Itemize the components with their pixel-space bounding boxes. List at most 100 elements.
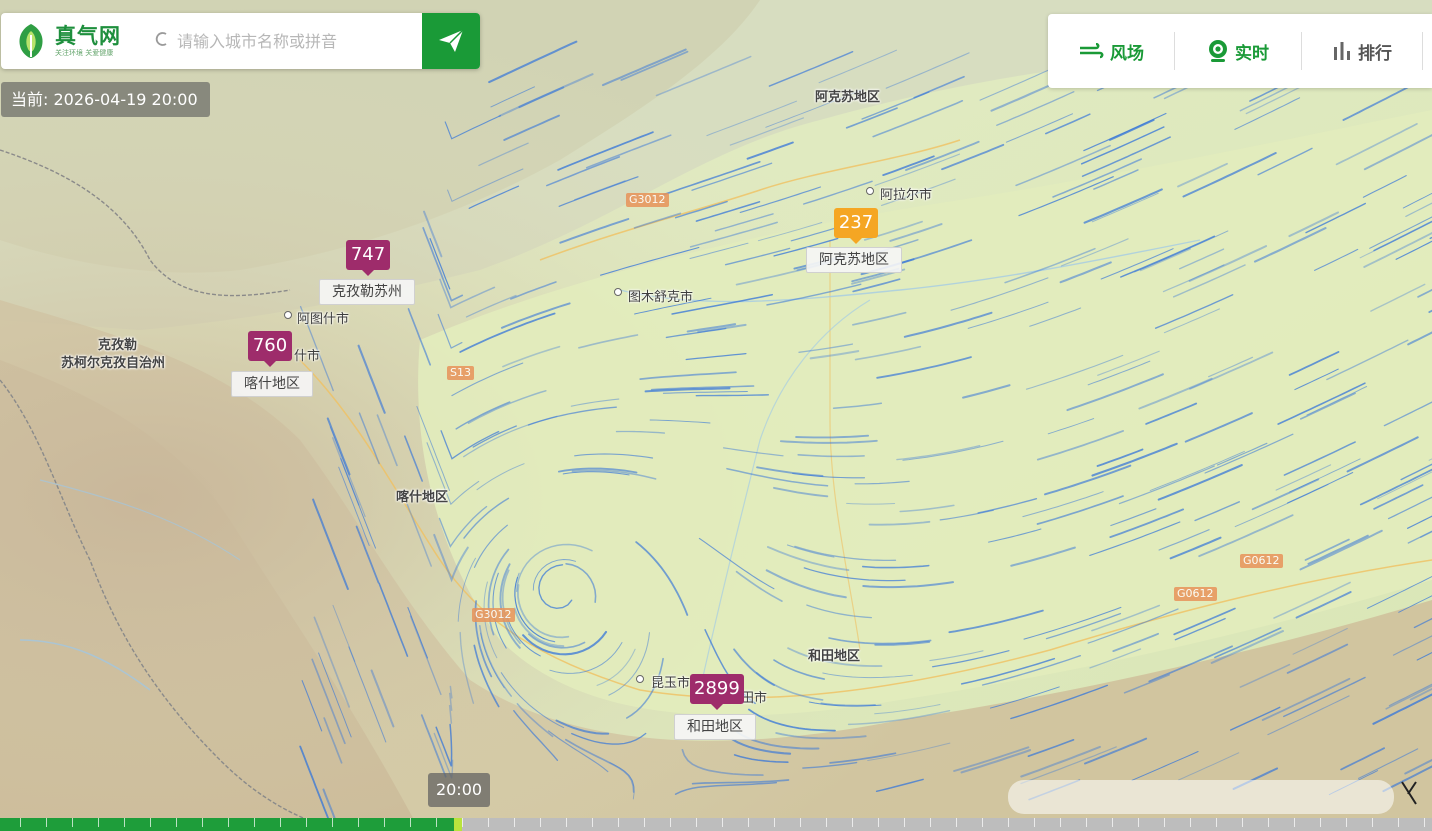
wind-streamline [1091,192,1159,223]
wind-streamline [1004,247,1096,284]
wind-streamline [1294,368,1339,391]
ranking-button[interactable]: 排行 [1302,31,1422,71]
wind-streamline [1097,350,1160,376]
location-icon[interactable] [151,31,173,52]
wind-streamline [872,99,964,138]
wind-streamline [1402,192,1432,209]
wind-streamline [420,714,447,778]
aqi-marker-label[interactable]: 阿克苏地区 [806,247,902,273]
wind-streamline [1174,617,1226,641]
timeline-tick [98,818,99,827]
wind-streamline [868,520,931,526]
wind-streamline [299,745,332,826]
search-input[interactable] [173,21,413,61]
wind-streamline [724,247,791,266]
wind-streamline [318,652,352,738]
wind-streamline [798,343,854,353]
wind-streamline [1158,529,1210,551]
wind-streamline [409,615,442,696]
wind-streamline [355,525,380,584]
wind-streamline [885,52,970,89]
wind-streamline [1326,339,1409,381]
wind-streamline [633,212,682,229]
wind-streamline [1283,676,1366,718]
wind-streamline [1036,495,1124,525]
aqi-marker[interactable]: 237 [834,208,878,244]
wind-streamline [1091,604,1161,632]
timeline-handle[interactable] [453,818,462,831]
wind-streamline [570,398,620,407]
map-label: 阿拉尔市 [880,188,933,203]
timeline-tick [722,818,723,827]
wind-streamline [1120,235,1216,278]
wind-streamline [338,466,370,546]
wind-streamline [357,344,386,414]
timeline-tick [1268,818,1269,827]
wind-streamline [1340,747,1385,771]
wind-streamline [555,719,610,735]
wind-streamline [1229,706,1281,731]
live-button[interactable]: 实时 [1175,31,1301,71]
timeline-tick [20,818,21,827]
wind-streamline [779,439,878,444]
legend-end-glyph [1398,778,1420,815]
wind-field-button[interactable]: 风场 [1048,31,1174,71]
wind-streamline [1036,430,1124,461]
wind-streamline [1096,448,1144,467]
wind-streamline [503,114,560,141]
wind-streamline [765,569,847,599]
aqi-marker-label[interactable]: 和田地区 [674,714,756,740]
wind-streamline [1089,648,1142,669]
wind-streamline [698,537,775,590]
wind-streamline [459,312,556,353]
timeline-tick [1398,818,1399,827]
wind-streamline [655,55,752,97]
wind-streamline [378,582,409,657]
aqi-marker-label[interactable]: 克孜勒苏州 [319,279,415,305]
timeline-tick [150,818,151,827]
wind-streamline [1184,412,1253,443]
aqi-marker[interactable]: 2899 [690,674,744,710]
wind-streamline [1288,351,1340,376]
wind-streamline [1407,530,1432,544]
wind-streamline [1314,248,1359,271]
wind-icon [1078,43,1104,59]
timeline-tick [1112,818,1113,827]
site-logo[interactable]: 真气网 关注环境 关爱健康 [1,13,151,69]
wind-streamline [1305,202,1366,234]
wind-streamline [1084,737,1148,765]
wind-streamline [467,390,547,424]
wind-streamline [358,412,380,465]
wind-streamline [905,140,980,171]
timeline-tick [1138,818,1139,827]
wind-streamline [794,545,897,562]
wind-streamline [565,563,597,603]
wind-streamline [1100,248,1174,280]
map-label: 什市 [294,349,321,364]
wind-streamline [463,415,558,458]
wind-streamline [681,748,764,776]
timeline-bar[interactable] [0,818,1432,831]
wind-streamline [522,630,608,656]
wind-streamline [706,100,797,137]
aqi-marker-label[interactable]: 喀什地区 [231,371,313,397]
wind-streamline [1109,508,1185,539]
wind-streamline [862,564,930,569]
aqi-marker[interactable]: 760 [248,331,292,367]
wind-streamline [609,762,635,800]
wind-streamline [852,311,907,326]
wind-streamline [1392,635,1432,656]
city-dot [636,675,644,683]
wind-streamline [674,200,728,219]
wind-streamline [1369,216,1432,249]
wind-streamline [1363,134,1432,171]
wind-streamline [899,504,955,513]
wind-streamline [903,311,993,338]
search-button[interactable] [422,13,480,69]
map-canvas[interactable]: 阿克苏地区 阿拉尔市 图木舒克市 阿图什市 克孜勒 苏柯尔克孜自治州 什市 喀什… [0,0,1432,831]
wind-streamline [437,313,463,349]
aqi-marker[interactable]: 747 [346,240,390,276]
timeline-tick [1164,818,1165,827]
wind-streamline [1112,632,1160,653]
wind-streamline [1292,627,1348,655]
